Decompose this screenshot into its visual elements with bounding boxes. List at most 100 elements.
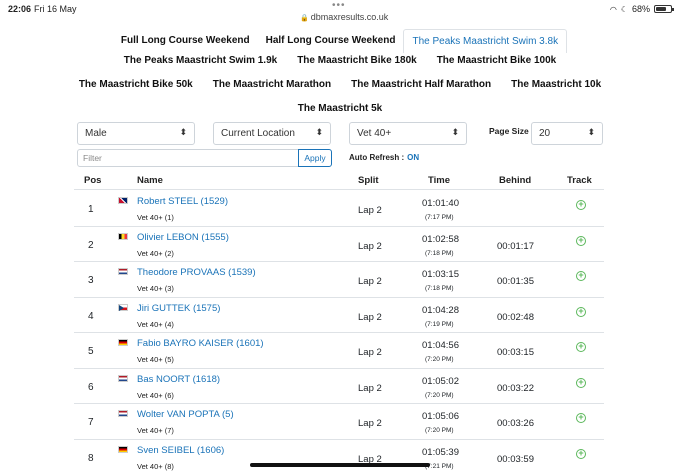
nav-half-long-course[interactable]: Half Long Course Weekend (258, 29, 404, 53)
row-time: 01:02:58 (422, 233, 459, 245)
status-right: ◠ ☾ 68% (609, 4, 674, 14)
row-split: Lap 2 (358, 240, 382, 252)
table-row[interactable]: 5 Fabio BAYRO KAISER (1601) Vet 40+ (5) Lap… (74, 333, 604, 369)
country-flag-icon (118, 445, 128, 453)
nav-row-2: The Peaks Maastricht Swim 1.9k The Maast… (0, 52, 680, 69)
row-time-of-day: (7:18 PM) (425, 285, 454, 292)
athlete-name-link[interactable]: Wolter VAN POPTA (5) (137, 409, 234, 420)
table-row[interactable]: 4 Jiri GUTTEK (1575) Vet 40+ (4) Lap 2 01:04… (74, 298, 604, 333)
clock: 22:06 (8, 4, 32, 14)
battery-percent: 68% (631, 4, 650, 14)
country-flag-icon (118, 410, 128, 417)
track-plus-icon[interactable]: + (576, 448, 586, 459)
nav-10k[interactable]: The Maastricht 10k (501, 76, 611, 93)
row-position: 5 (88, 346, 94, 357)
table-row[interactable]: 3 Theodore PROVAAS (1539) Vet 40+ (3) Lap 2… (74, 262, 604, 298)
status-bar: 22:06 Fri 16 May ••• 🔒 dbmaxresults.co.uk… (0, 0, 680, 22)
row-time-of-day: (7:18 PM) (425, 249, 454, 257)
col-time[interactable]: Time (428, 175, 450, 186)
table-row[interactable]: 6 Bas NOORT (1618) Vet 40+ (6) Lap 2 01:05:0… (74, 369, 604, 404)
track-plus-icon[interactable]: + (576, 306, 586, 317)
row-time-of-day: (7:20 PM) (425, 427, 454, 434)
gender-select-value: Male (85, 128, 107, 139)
auto-refresh[interactable]: Auto Refresh : ON (349, 153, 419, 162)
athlete-name-link[interactable]: Robert STEEL (1529) (137, 196, 228, 207)
row-split: Lap 2 (358, 382, 382, 394)
table-row[interactable]: 1 Robert STEEL (1529) Vet 40+ (1) Lap 2 01:0… (74, 191, 604, 227)
track-plus-icon[interactable]: + (576, 377, 586, 388)
row-split: Lap 2 (358, 276, 382, 287)
nav-half-marathon[interactable]: The Maastricht Half Marathon (341, 76, 501, 93)
row-behind: 00:03:59 (497, 453, 534, 465)
row-time-of-day: (7:20 PM) (425, 356, 454, 363)
apply-button[interactable]: Apply (298, 149, 332, 167)
row-time: 01:05:02 (422, 375, 459, 387)
auto-refresh-toggle[interactable]: ON (407, 153, 419, 162)
country-flag-icon (118, 232, 128, 240)
more-dots-icon[interactable]: ••• (332, 0, 346, 11)
nav-row-4: The Maastricht 5k (0, 100, 680, 117)
row-time: 01:04:28 (422, 304, 459, 316)
track-plus-icon[interactable]: + (576, 235, 586, 246)
nav-swim-3-8k[interactable]: The Peaks Maastricht Swim 3.8k (403, 29, 568, 53)
athlete-name-link[interactable]: Jiri GUTTEK (1575) (137, 303, 220, 314)
nav-row-1: Full Long Course Weekend Half Long Cours… (0, 29, 680, 53)
nav-bike-100k[interactable]: The Maastricht Bike 100k (427, 52, 567, 69)
battery-icon (654, 5, 674, 13)
row-time-of-day: (7:19 PM) (425, 320, 454, 328)
country-flag-icon (118, 339, 128, 346)
row-time-of-day: (7:17 PM) (425, 214, 454, 221)
auto-refresh-label: Auto Refresh : (349, 153, 405, 162)
col-pos[interactable]: Pos (84, 175, 101, 186)
athlete-category: Vet 40+ (3) (137, 284, 174, 293)
nav-swim-1-9k[interactable]: The Peaks Maastricht Swim 1.9k (114, 52, 287, 69)
athlete-name-link[interactable]: Bas NOORT (1618) (137, 374, 220, 385)
row-position: 8 (88, 452, 94, 464)
athlete-name-link[interactable]: Olivier LEBON (1555) (137, 232, 229, 243)
athlete-category: Vet 40+ (7) (137, 426, 174, 435)
col-split[interactable]: Split (358, 175, 379, 186)
lock-icon: 🔒 (300, 15, 309, 22)
row-behind: 00:03:15 (497, 347, 534, 358)
nav-marathon[interactable]: The Maastricht Marathon (203, 76, 341, 93)
location-select[interactable]: Current Location ⬍ (213, 122, 331, 145)
location-select-value: Current Location (221, 128, 295, 139)
page-size-select[interactable]: 20 ⬍ (531, 122, 603, 145)
track-plus-icon[interactable]: + (576, 271, 586, 281)
category-select[interactable]: Vet 40+ ⬍ (349, 122, 467, 145)
home-indicator[interactable] (250, 463, 430, 467)
athlete-name-link[interactable]: Theodore PROVAAS (1539) (137, 267, 256, 278)
table-row[interactable]: 8 Sven SEIBEL (1606) Vet 40+ (8) Lap 2 01:05… (74, 440, 604, 472)
country-flag-icon (118, 197, 128, 204)
athlete-category: Vet 40+ (4) (137, 319, 174, 329)
nav-bike-50k[interactable]: The Maastricht Bike 50k (69, 76, 203, 93)
chevron-updown-icon: ⬍ (179, 127, 187, 137)
track-plus-icon[interactable]: + (576, 342, 586, 352)
row-split: Lap 2 (358, 418, 382, 429)
col-name[interactable]: Name (137, 175, 163, 186)
table-row[interactable]: 7 Wolter VAN POPTA (5) Vet 40+ (7) Lap 2 01:… (74, 404, 604, 440)
row-behind: 00:03:26 (497, 418, 534, 429)
row-time-of-day: (7:20 PM) (425, 391, 454, 399)
nav-bike-180k[interactable]: The Maastricht Bike 180k (287, 52, 427, 69)
table-row[interactable]: 2 Olivier LEBON (1555) Vet 40+ (2) Lap 2 01:… (74, 227, 604, 262)
chevron-updown-icon: ⬍ (315, 127, 323, 137)
athlete-category: Vet 40+ (2) (137, 248, 174, 258)
wifi-icon: ◠ (609, 4, 617, 14)
gender-select[interactable]: Male ⬍ (77, 122, 195, 145)
nav-full-long-course[interactable]: Full Long Course Weekend (113, 29, 258, 53)
nav-5k[interactable]: The Maastricht 5k (288, 100, 392, 117)
filter-placeholder: Filter (83, 153, 102, 163)
date: Fri 16 May (34, 4, 77, 14)
nav-row-3: The Maastricht Bike 50k The Maastricht M… (0, 76, 680, 93)
col-behind[interactable]: Behind (499, 175, 531, 186)
address-bar[interactable]: 🔒 dbmaxresults.co.uk (300, 12, 388, 22)
athlete-name-link[interactable]: Fabio BAYRO KAISER (1601) (137, 338, 264, 349)
track-plus-icon[interactable]: + (576, 200, 586, 210)
filter-input[interactable]: Filter (77, 149, 299, 167)
page-size-label: Page Size (489, 126, 529, 136)
category-select-value: Vet 40+ (357, 128, 392, 139)
athlete-name-link[interactable]: Sven SEIBEL (1606) (137, 445, 224, 456)
track-plus-icon[interactable]: + (576, 413, 586, 423)
page-size-value: 20 (539, 128, 551, 139)
